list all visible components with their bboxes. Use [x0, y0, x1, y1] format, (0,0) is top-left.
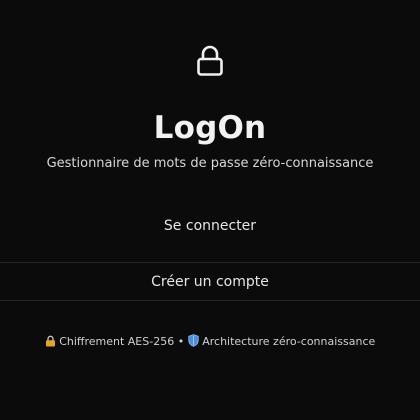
- architecture-label: Architecture zéro-connaissance: [202, 335, 376, 348]
- app-title: LogOn: [153, 110, 267, 146]
- create-account-button[interactable]: Créer un compte: [0, 262, 420, 301]
- login-button[interactable]: Se connecter: [0, 208, 420, 244]
- lock-icon: [45, 335, 55, 347]
- encryption-label: Chiffrement AES-256: [59, 335, 175, 348]
- shield-icon: [188, 334, 199, 347]
- lock-icon: [197, 45, 223, 76]
- security-footer: Chiffrement AES-256 • Architecture zéro-…: [0, 333, 420, 351]
- app-subtitle: Gestionnaire de mots de passe zéro-conna…: [46, 156, 374, 171]
- header-lock: [0, 44, 420, 80]
- footer-separator: •: [177, 335, 185, 348]
- login-screen: LogOn Gestionnaire de mots de passe zéro…: [0, 0, 420, 420]
